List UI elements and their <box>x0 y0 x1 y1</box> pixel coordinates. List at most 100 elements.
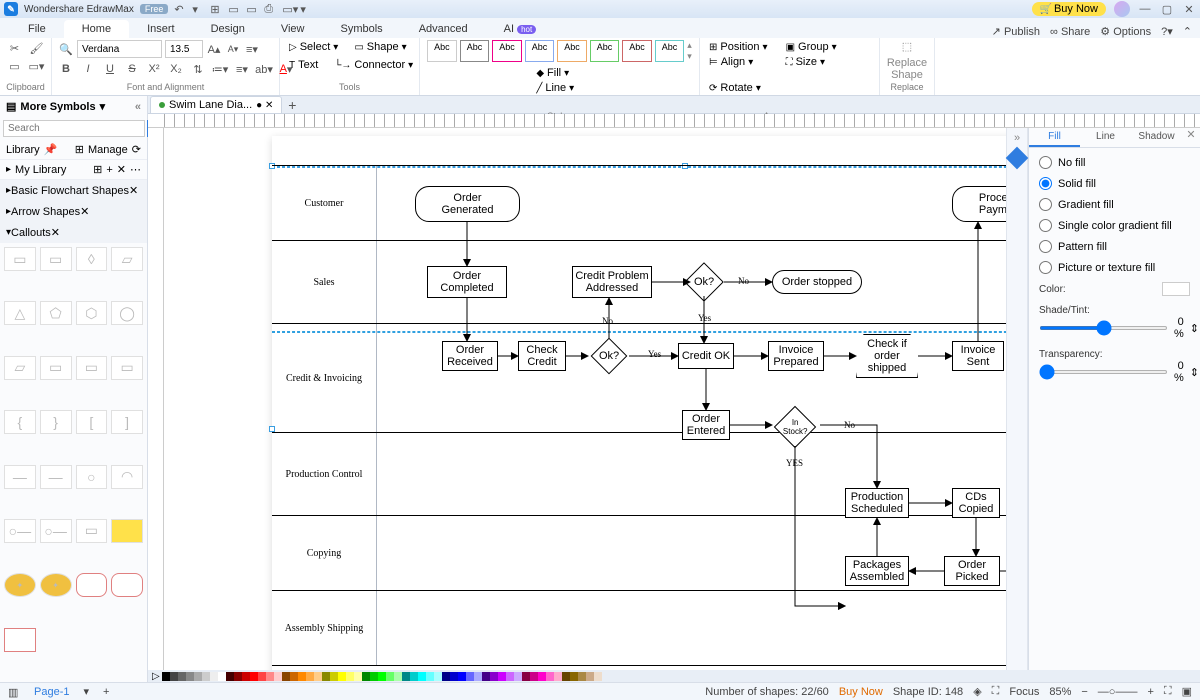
color-swatch[interactable] <box>394 672 402 681</box>
line-button[interactable]: ╱ Line▾ <box>533 81 593 95</box>
shape-thumb[interactable] <box>111 519 143 543</box>
shape-thumb[interactable]: ◯ <box>111 301 143 325</box>
strike-icon[interactable]: S <box>124 61 140 77</box>
pages-icon[interactable]: ▥ <box>8 686 20 698</box>
style-gallery[interactable]: Abc Abc Abc Abc Abc Abc Abc Abc ▴▾ <box>427 40 692 62</box>
cut-icon[interactable]: ✂ <box>7 40 23 56</box>
fill-button[interactable]: ◆ Fill▾ <box>533 66 593 80</box>
shape-thumb[interactable]: ⬠ <box>40 301 72 325</box>
color-swatch[interactable] <box>378 672 386 681</box>
color-swatch[interactable] <box>186 672 194 681</box>
select-tool[interactable]: ▷ Select▾ <box>286 40 341 54</box>
shape-thumb[interactable]: ▭ <box>76 356 108 380</box>
pin-icon[interactable]: 📌 <box>44 143 58 156</box>
shape-thumb[interactable]: ⬡ <box>76 301 108 325</box>
color-swatch[interactable] <box>514 672 522 681</box>
layers-icon[interactable]: ◈ <box>973 685 981 698</box>
shape-thumb[interactable]: ▭ <box>4 247 36 271</box>
add-page-icon[interactable]: + <box>103 686 109 698</box>
section-close-icon[interactable]: ✕ <box>80 205 89 218</box>
color-swatch[interactable] <box>458 672 466 681</box>
shape-tool[interactable]: ▭ Shape▾ <box>351 40 409 54</box>
focus-icon[interactable]: ⛶ <box>992 685 1000 698</box>
node-order-completed[interactable]: Order Completed <box>427 266 507 298</box>
color-swatch[interactable] <box>450 672 458 681</box>
rp-tab-shadow[interactable]: Shadow <box>1131 128 1182 147</box>
shape-thumb[interactable] <box>4 628 36 652</box>
close-icon[interactable]: ✕ <box>1182 2 1196 16</box>
zoom-out-icon[interactable]: − <box>1081 686 1087 698</box>
color-swatch[interactable] <box>594 672 602 681</box>
shape-thumb[interactable]: ▭ <box>40 356 72 380</box>
color-swatch[interactable] <box>490 672 498 681</box>
shape-thumb[interactable]: ○— <box>40 519 72 543</box>
undo-icon[interactable]: ↶ <box>174 3 186 15</box>
color-swatch[interactable] <box>274 672 282 681</box>
shape-thumb[interactable]: ▱ <box>111 247 143 271</box>
text-direction-icon[interactable]: ⇅ <box>190 61 206 77</box>
mylib-grid-icon[interactable]: ⊞ <box>93 163 102 176</box>
color-swatch[interactable] <box>314 672 322 681</box>
color-swatch[interactable] <box>562 672 570 681</box>
shade-slider[interactable] <box>1039 326 1168 330</box>
shape-thumb[interactable]: — <box>40 465 72 489</box>
expand-rp-icon[interactable]: » <box>1014 132 1020 144</box>
collapse-ribbon-icon[interactable]: ⌃ <box>1183 25 1192 38</box>
tab-design[interactable]: Design <box>193 20 263 38</box>
color-swatch[interactable] <box>162 672 170 681</box>
color-swatch[interactable] <box>538 672 546 681</box>
save-icon[interactable]: ▭ <box>246 3 258 15</box>
shape-thumb[interactable]: △ <box>4 301 36 325</box>
shape-thumb[interactable] <box>76 573 108 597</box>
numbering-icon[interactable]: ≡▾ <box>234 61 250 77</box>
color-swatch[interactable] <box>210 672 218 681</box>
radio-pattern[interactable]: Pattern fill <box>1039 240 1190 253</box>
mylib-add-icon[interactable]: + <box>106 164 112 176</box>
collapse-panel-icon[interactable]: « <box>135 101 141 113</box>
italic-icon[interactable]: I <box>80 61 96 77</box>
shape-thumb[interactable]: ] <box>111 410 143 434</box>
buy-now-link[interactable]: Buy Now <box>839 686 883 698</box>
tab-file[interactable]: File <box>10 20 64 38</box>
transparency-slider[interactable] <box>1039 370 1168 374</box>
tab-symbols[interactable]: Symbols <box>323 20 401 38</box>
export-icon[interactable]: ▭▾ <box>282 3 294 15</box>
shape-thumb[interactable]: { <box>4 410 36 434</box>
rp-close-icon[interactable]: ✕ <box>1182 128 1200 147</box>
color-swatch[interactable] <box>370 672 378 681</box>
shape-thumb[interactable]: [ <box>76 410 108 434</box>
fit-icon[interactable]: ⛶ <box>1164 685 1172 698</box>
color-swatch[interactable] <box>306 672 314 681</box>
font-size-input[interactable] <box>165 40 203 58</box>
color-swatch[interactable] <box>322 672 330 681</box>
tab-home[interactable]: Home <box>64 20 129 38</box>
underline-icon[interactable]: U <box>102 61 118 77</box>
color-swatch[interactable] <box>234 672 242 681</box>
highlight-icon[interactable]: ab▾ <box>256 61 272 77</box>
shape-thumb[interactable]: ▱ <box>4 356 36 380</box>
font-name-input[interactable] <box>77 40 162 58</box>
nocolor-icon[interactable]: ▷ <box>152 671 160 682</box>
copy-icon[interactable]: ▭ <box>7 58 23 74</box>
bullets-icon[interactable]: ≔▾ <box>212 61 228 77</box>
size-button[interactable]: ⛶ Size▾ <box>783 55 840 69</box>
node-order-stopped[interactable]: Order stopped <box>772 270 862 294</box>
color-swatch[interactable] <box>482 672 490 681</box>
new-icon[interactable]: ⊞ <box>210 3 222 15</box>
node-invoice-sent[interactable]: Invoice Sent <box>952 341 1004 371</box>
rp-tab-line[interactable]: Line <box>1080 128 1131 147</box>
shape-thumb[interactable]: ▭ <box>40 247 72 271</box>
replace-shape-icon[interactable]: ⬚ <box>902 40 912 53</box>
buy-now-button[interactable]: 🛒 Buy Now <box>1032 2 1106 16</box>
color-swatch[interactable] <box>330 672 338 681</box>
color-swatch[interactable] <box>218 672 226 681</box>
tab-advanced[interactable]: Advanced <box>401 20 486 38</box>
node-order-received[interactable]: Order Received <box>442 341 498 371</box>
radio-gradient[interactable]: Gradient fill <box>1039 198 1190 211</box>
shape-thumb[interactable]: ◊ <box>76 247 108 271</box>
increase-font-icon[interactable]: A▴ <box>206 41 222 57</box>
color-swatch[interactable] <box>554 672 562 681</box>
font-search-icon[interactable]: 🔍 <box>58 41 74 57</box>
publish-button[interactable]: ↗ Publish <box>992 25 1040 38</box>
grid-icon[interactable]: ⊞ <box>75 143 84 156</box>
